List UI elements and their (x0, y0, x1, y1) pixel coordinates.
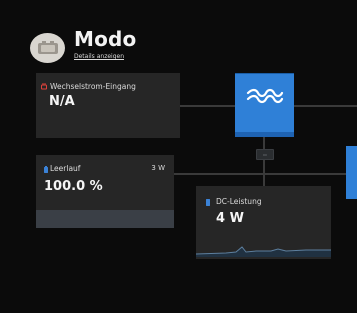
battery-tile[interactable]: Leerlauf 3 W 100.0 % (36, 155, 174, 228)
details-link[interactable]: Details anzeigen (74, 53, 124, 60)
page-title: Modo (74, 27, 137, 51)
battery-icon (44, 166, 48, 173)
battery-soc: 100.0 % (44, 179, 103, 194)
overview-screen: Modo Details anzeigen Wechselstrom-Einga… (0, 0, 357, 313)
ac-input-tile[interactable]: Wechselstrom-Eingang N/A (36, 73, 180, 138)
battery-state-label: Leerlauf (50, 164, 81, 173)
battery-level-bar (36, 210, 174, 228)
dc-power-tile[interactable]: DC-Leistung 4 W (196, 186, 331, 259)
victron-wave-logo (246, 88, 284, 104)
battery-power: 3 W (151, 164, 165, 172)
connector-inverter-battery (263, 158, 265, 174)
dc-power-value: 4 W (216, 211, 244, 226)
ac-input-value: N/A (49, 94, 75, 109)
inverter-charger-box[interactable] (235, 73, 294, 137)
connector-ac-inverter (180, 105, 235, 107)
connector-inverter-right (294, 105, 357, 107)
connector-bus-dc (263, 173, 265, 186)
dc-power-label: DC-Leistung (216, 197, 262, 206)
sub-device-glyph: ▭ (263, 152, 267, 157)
inverter-sub-device[interactable]: ▭ (256, 149, 274, 160)
connector-inverter-down (263, 137, 265, 149)
plug-icon (41, 83, 47, 90)
dc-power-sparkline (196, 246, 331, 257)
dc-icon (206, 199, 210, 206)
ac-input-label: Wechselstrom-Eingang (50, 82, 136, 91)
connector-battery-bus (174, 173, 346, 175)
partial-device-box[interactable] (346, 146, 357, 199)
generator-icon[interactable] (30, 33, 65, 63)
inverter-status-strip (235, 132, 294, 137)
